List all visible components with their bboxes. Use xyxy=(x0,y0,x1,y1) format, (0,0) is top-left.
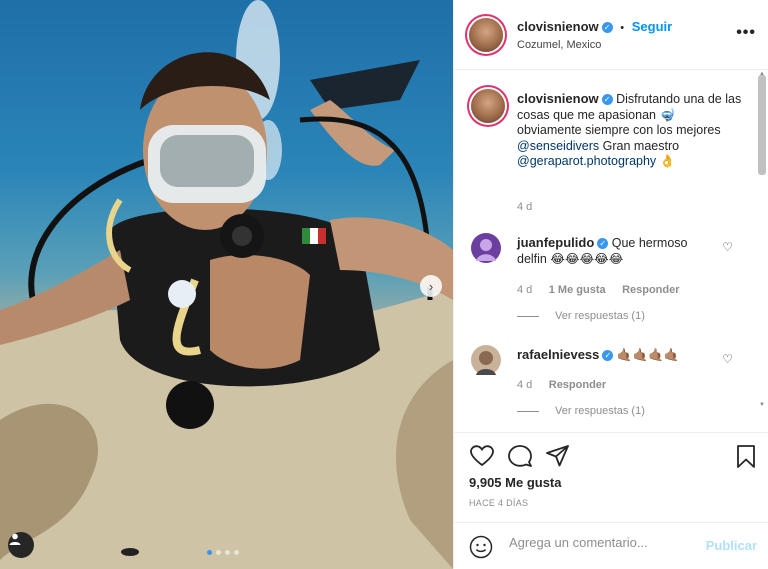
carousel-dot xyxy=(225,550,230,555)
comment-body: 🤙🏽🤙🏽🤙🏽🤙🏽 xyxy=(613,348,680,362)
comment-meta: 4 d Responder xyxy=(517,375,606,393)
caption-username[interactable]: clovisnienow xyxy=(517,91,599,106)
comments-list[interactable]: clovisnienow ✓ Disfrutando una de las cos… xyxy=(454,70,768,432)
comment-time[interactable]: 4 d xyxy=(517,379,532,391)
follow-separator: • xyxy=(620,22,625,34)
user-tag-icon[interactable] xyxy=(8,532,34,558)
mention-link[interactable]: @senseidivers xyxy=(517,139,599,153)
chevron-right-icon[interactable]: › xyxy=(420,275,442,297)
caption-time[interactable]: 4 d xyxy=(517,201,532,213)
likes-count[interactable]: 9,905 Me gusta xyxy=(469,475,562,490)
heart-icon[interactable] xyxy=(470,445,494,472)
comment-username[interactable]: juanfepulido xyxy=(517,235,594,250)
replies-divider xyxy=(517,410,539,412)
publish-button[interactable]: Publicar xyxy=(706,538,757,553)
comment-icon[interactable] xyxy=(508,445,532,472)
scroll-down-icon[interactable]: ▼ xyxy=(759,402,765,408)
post-location[interactable]: Cozumel, Mexico xyxy=(517,39,601,51)
verified-icon: ✓ xyxy=(597,238,609,250)
avatar[interactable] xyxy=(471,89,505,123)
post-timestamp[interactable]: HACE 4 DÍAS xyxy=(469,498,528,508)
view-replies-label: Ver respuestas (1) xyxy=(555,310,645,322)
heart-icon[interactable]: ♡ xyxy=(722,240,733,254)
comment-time[interactable]: 4 d xyxy=(517,284,532,296)
diver-illustration xyxy=(0,0,453,569)
bookmark-icon[interactable] xyxy=(736,445,756,474)
view-replies-button[interactable]: Ver respuestas (1) xyxy=(517,405,645,417)
comment-username[interactable]: rafaelnievess xyxy=(517,347,599,362)
post-photo[interactable]: › xyxy=(0,0,453,569)
more-options-icon[interactable]: ••• xyxy=(736,24,756,42)
reply-button[interactable]: Responder xyxy=(549,379,606,391)
carousel-dot xyxy=(207,550,212,555)
post-actions: 9,905 Me gusta HACE 4 DÍAS xyxy=(454,432,768,522)
verified-icon: ✓ xyxy=(601,94,613,106)
carousel-dot xyxy=(216,550,221,555)
verified-icon: ✓ xyxy=(601,22,613,34)
carousel-dot xyxy=(234,550,239,555)
header-user: clovisnienow ✓ • Seguir xyxy=(517,19,672,34)
paper-plane-icon[interactable] xyxy=(546,445,570,472)
follow-button[interactable]: Seguir xyxy=(632,19,672,34)
scrollbar-thumb[interactable] xyxy=(758,75,766,175)
comment-meta: 4 d 1 Me gusta Responder xyxy=(517,280,680,298)
comment-text: rafaelnievess ✓ 🤙🏽🤙🏽🤙🏽🤙🏽 xyxy=(517,347,717,364)
comment-text: juanfepulido ✓ Que hermoso delfin 😂😂😂😂😂 xyxy=(517,235,717,267)
smiley-icon[interactable] xyxy=(469,535,493,564)
header-username[interactable]: clovisnienow xyxy=(517,19,599,34)
reply-button[interactable]: Responder xyxy=(622,284,679,296)
replies-divider xyxy=(517,315,539,317)
view-replies-label: Ver respuestas (1) xyxy=(555,405,645,417)
caption-body-3: 👌 xyxy=(656,154,676,168)
comment-input[interactable] xyxy=(509,535,699,550)
avatar[interactable] xyxy=(471,233,501,263)
post-header: clovisnienow ✓ • Seguir Cozumel, Mexico •… xyxy=(454,0,768,70)
heart-icon[interactable]: ♡ xyxy=(722,352,733,366)
caption-text: clovisnienow ✓ Disfrutando una de las cos… xyxy=(517,91,742,170)
comment-likes[interactable]: 1 Me gusta xyxy=(549,284,606,296)
verified-icon: ✓ xyxy=(602,350,614,362)
view-replies-button[interactable]: Ver respuestas (1) xyxy=(517,310,645,322)
avatar[interactable] xyxy=(469,18,503,52)
post-panel: clovisnienow ✓ • Seguir Cozumel, Mexico •… xyxy=(453,0,768,569)
caption-body-2: Gran maestro xyxy=(599,138,680,153)
add-comment-bar: Publicar xyxy=(454,522,768,569)
avatar[interactable] xyxy=(471,345,501,375)
mention-link[interactable]: @geraparot.photography xyxy=(517,154,656,168)
carousel-dots xyxy=(207,550,239,555)
